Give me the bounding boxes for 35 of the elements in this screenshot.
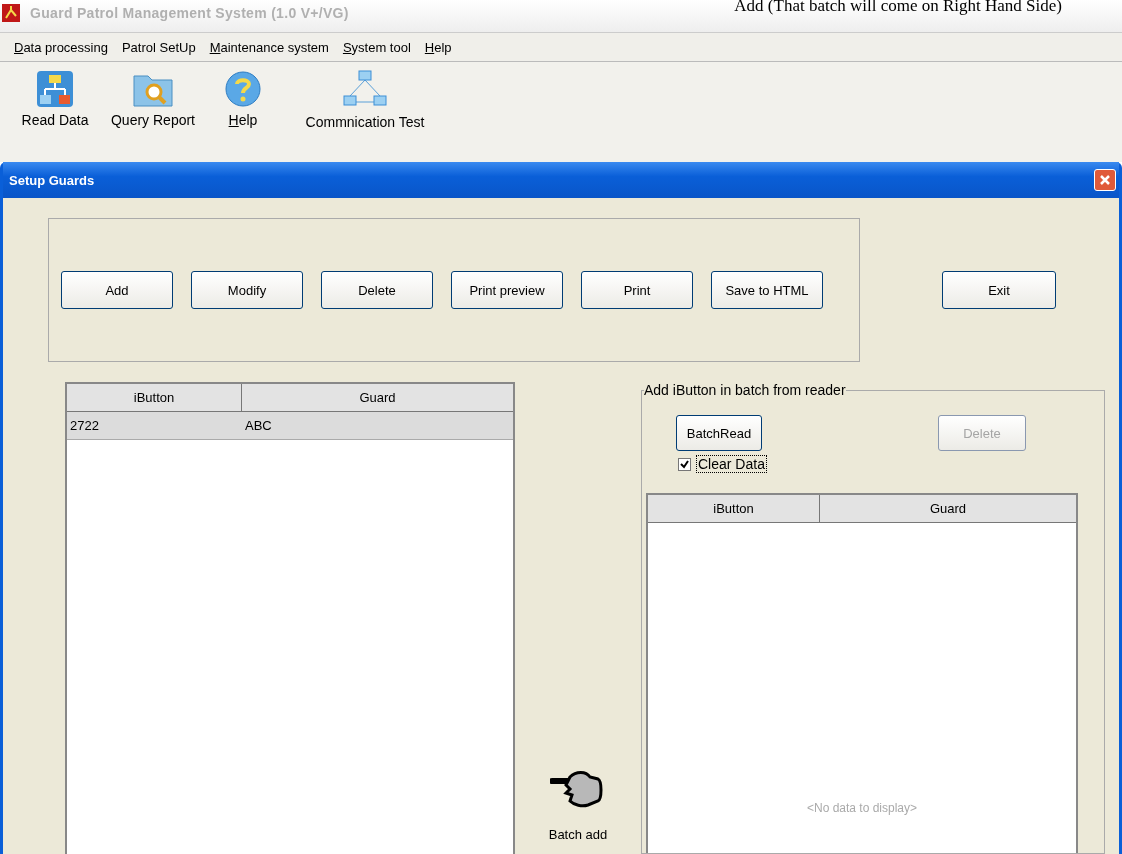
group-title: Add iButton in batch from reader: [644, 382, 846, 398]
dialog-title: Setup Guards: [9, 172, 95, 188]
action-button[interactable]: Print preview: [451, 271, 563, 309]
action-button[interactable]: Print: [581, 271, 693, 309]
action-button[interactable]: Add: [61, 271, 173, 309]
menu-item[interactable]: Patrol SetUp: [121, 39, 196, 55]
column-header[interactable]: iButton: [648, 495, 820, 522]
column-header[interactable]: iButton: [67, 384, 242, 411]
toolbar-button[interactable]: Commnication Test: [280, 64, 450, 136]
menu-item[interactable]: Maintenance system: [209, 39, 329, 55]
app-icon: [2, 4, 20, 22]
batch-button[interactable]: BatchRead: [676, 415, 762, 451]
close-icon: [1099, 174, 1111, 186]
table-cell-text: 2722: [69, 417, 100, 435]
toolbar-button[interactable]: Read Data: [10, 64, 100, 134]
help-icon: [224, 70, 262, 108]
checkmark-icon: [680, 459, 689, 469]
menu-item[interactable]: Help: [424, 39, 452, 55]
action-button[interactable]: Save to HTML: [711, 271, 823, 309]
table-row[interactable]: 2722 ABC: [67, 412, 513, 440]
batch-add-label: Batch add: [548, 827, 608, 842]
column-header[interactable]: Guard: [820, 495, 1076, 522]
toolbar-button[interactable]: Query Report: [100, 64, 206, 134]
app-title: Guard Patrol Management System (1.0 V+/VG): [30, 5, 349, 21]
action-button[interactable]: Modify: [191, 271, 303, 309]
chart-block-icon: [36, 70, 74, 108]
column-header[interactable]: Guard: [242, 384, 513, 411]
table-cell-text: ABC: [244, 417, 273, 435]
menu-item[interactable]: Data processing: [14, 39, 108, 55]
close-button[interactable]: [1094, 169, 1116, 191]
toolbar-button[interactable]: Help: [206, 64, 280, 134]
exit-button[interactable]: Exit: [942, 271, 1056, 309]
menu-item[interactable]: System tool: [342, 39, 411, 55]
action-button[interactable]: Delete: [321, 271, 433, 309]
empty-message: <No data to display>: [806, 801, 918, 815]
